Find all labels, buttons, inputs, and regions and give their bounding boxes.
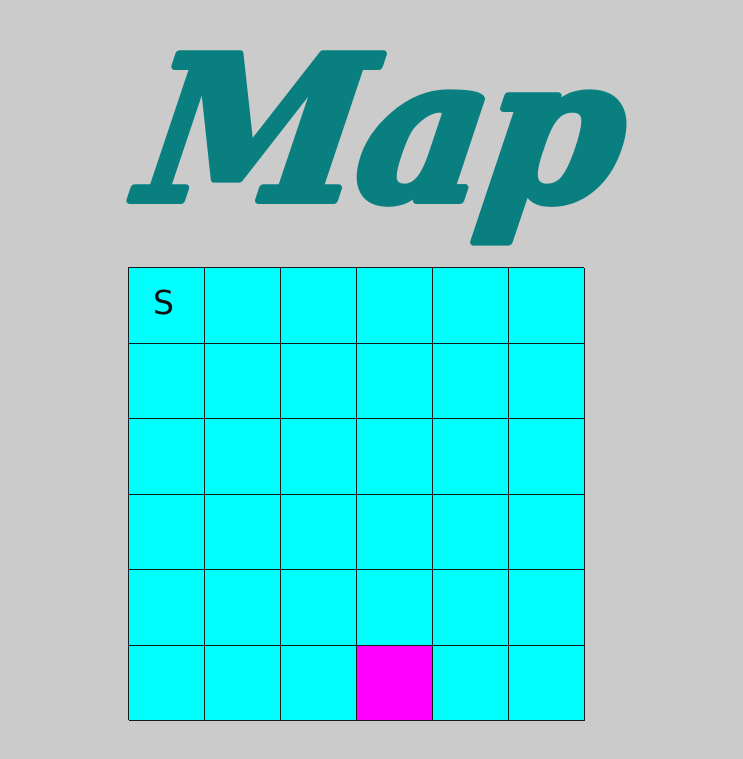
map-cell[interactable] [509, 268, 585, 344]
map-cell[interactable] [205, 570, 281, 646]
map-cell[interactable] [509, 343, 585, 419]
map-cell[interactable] [129, 645, 205, 721]
map-cell[interactable] [509, 570, 585, 646]
map-cell[interactable] [205, 343, 281, 419]
map-title-text: Map [123, 40, 638, 248]
map-cell[interactable] [129, 343, 205, 419]
map-cell[interactable] [281, 419, 357, 495]
start-label: S [153, 283, 174, 322]
map-cell[interactable] [433, 268, 509, 344]
map-cell[interactable] [129, 419, 205, 495]
map-title: Map [90, 40, 650, 260]
map-cell[interactable] [205, 419, 281, 495]
target-cell[interactable] [357, 645, 433, 721]
map-cell[interactable] [357, 343, 433, 419]
map-cell[interactable] [357, 494, 433, 570]
map-cell[interactable] [129, 494, 205, 570]
map-cell[interactable] [357, 419, 433, 495]
map-cell[interactable] [281, 268, 357, 344]
map-cell[interactable] [509, 494, 585, 570]
map-cell[interactable] [357, 268, 433, 344]
map-cell[interactable] [205, 645, 281, 721]
map-grid: S [128, 267, 585, 721]
start-cell[interactable]: S [129, 268, 205, 344]
map-cell[interactable] [433, 343, 509, 419]
map-cell[interactable] [205, 494, 281, 570]
map-cell[interactable] [433, 419, 509, 495]
map-cell[interactable] [509, 419, 585, 495]
map-cell[interactable] [281, 570, 357, 646]
map-cell[interactable] [357, 570, 433, 646]
map-cell[interactable] [509, 645, 585, 721]
map-cell[interactable] [129, 570, 205, 646]
map-cell[interactable] [433, 645, 509, 721]
map-cell[interactable] [281, 343, 357, 419]
map-cell[interactable] [281, 645, 357, 721]
map-cell[interactable] [433, 570, 509, 646]
map-cell[interactable] [433, 494, 509, 570]
map-cell[interactable] [205, 268, 281, 344]
map-cell[interactable] [281, 494, 357, 570]
